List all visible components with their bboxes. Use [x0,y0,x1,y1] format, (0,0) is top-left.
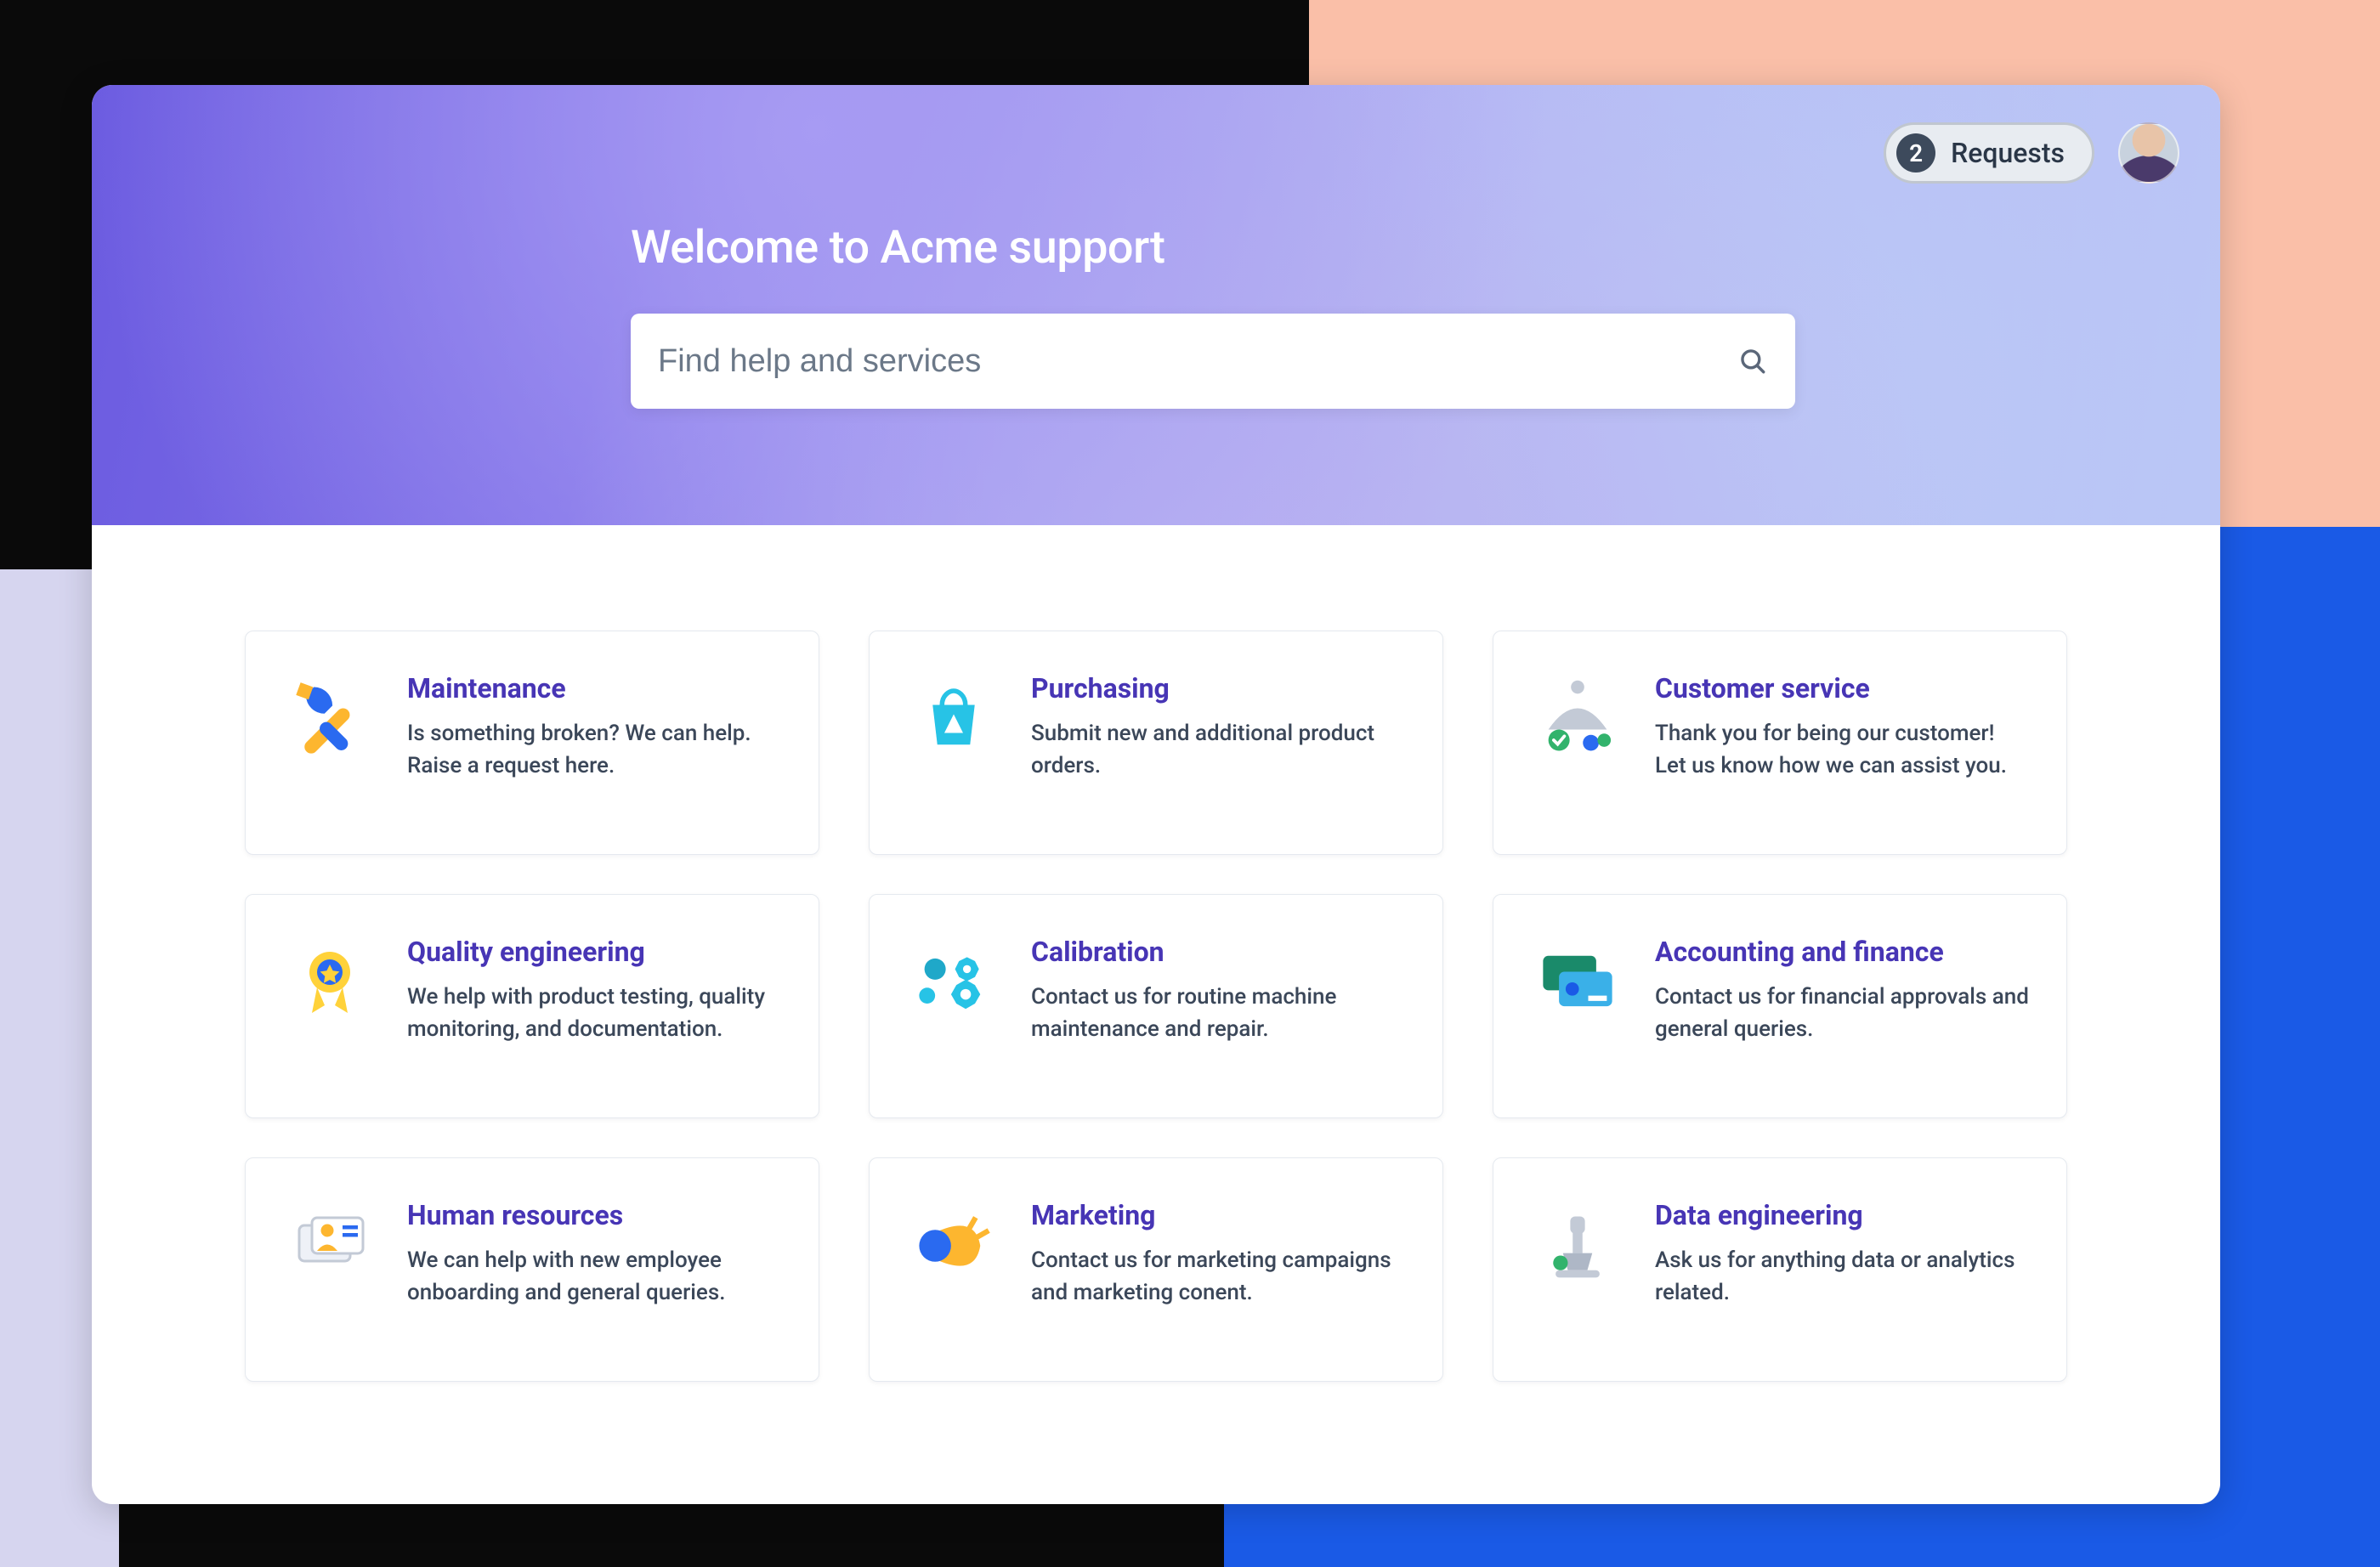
service-card-description: Thank you for being our customer! Let us… [1655,718,2029,782]
service-card-title: Marketing [1031,1199,1405,1231]
requests-label: Requests [1951,137,2065,169]
service-card-title: Accounting and finance [1655,936,2029,968]
accounting-finance-icon [1531,936,1624,1029]
service-card-marketing[interactable]: Marketing Contact us for marketing campai… [869,1157,1443,1382]
service-card-description: Is something broken? We can help. Raise … [407,718,781,782]
service-card-maintenance[interactable]: Maintenance Is something broken? We can h… [245,631,819,855]
customer-service-icon [1531,672,1624,766]
support-portal-app: 2 Requests Welcome to Acme support [92,85,2220,1504]
service-card-title: Data engineering [1655,1199,2029,1231]
service-grid: Maintenance Is something broken? We can h… [92,525,2220,1382]
requests-button[interactable]: 2 Requests [1884,122,2094,184]
service-card-title: Calibration [1031,936,1405,968]
service-card-data-engineering[interactable]: Data engineering Ask us for anything data… [1493,1157,2067,1382]
service-card-human-resources[interactable]: Human resources We can help with new empl… [245,1157,819,1382]
calibration-icon [907,936,1000,1029]
service-card-calibration[interactable]: Calibration Contact us for routine machin… [869,894,1443,1118]
service-card-description: Submit new and additional product orders… [1031,718,1405,782]
data-engineering-icon [1531,1199,1624,1293]
avatar[interactable] [2118,122,2179,184]
hero-header: 2 Requests Welcome to Acme support [92,85,2220,525]
human-resources-icon [283,1199,377,1293]
service-card-description: Contact us for routine machine maintenan… [1031,981,1405,1045]
service-card-description: We help with product testing, quality mo… [407,981,781,1045]
service-card-purchasing[interactable]: Purchasing Submit new and additional prod… [869,631,1443,855]
marketing-icon [907,1199,1000,1293]
quality-engineering-icon [283,936,377,1029]
service-card-customer-service[interactable]: Customer service Thank you for being our … [1493,631,2067,855]
search-input[interactable] [658,343,1734,380]
purchasing-icon [907,672,1000,766]
service-card-accounting-and-finance[interactable]: Accounting and finance Contact us for fin… [1493,894,2067,1118]
service-card-description: We can help with new employee onboarding… [407,1245,781,1309]
service-card-title: Maintenance [407,672,781,704]
service-card-title: Quality engineering [407,936,781,968]
service-card-description: Ask us for anything data or analytics re… [1655,1245,2029,1309]
search-box[interactable] [631,314,1795,409]
service-card-title: Customer service [1655,672,2029,704]
maintenance-icon [283,672,377,766]
service-card-description: Contact us for financial approvals and g… [1655,981,2029,1045]
requests-count-badge: 2 [1896,133,1935,173]
service-card-title: Purchasing [1031,672,1405,704]
page-title: Welcome to Acme support [631,221,1795,274]
search-icon [1734,342,1771,380]
service-card-description: Contact us for marketing campaigns and m… [1031,1245,1405,1309]
service-card-title: Human resources [407,1199,781,1231]
service-card-quality-engineering[interactable]: Quality engineering We help with product … [245,894,819,1118]
decorative-bg-black-bottom [119,1504,1224,1567]
